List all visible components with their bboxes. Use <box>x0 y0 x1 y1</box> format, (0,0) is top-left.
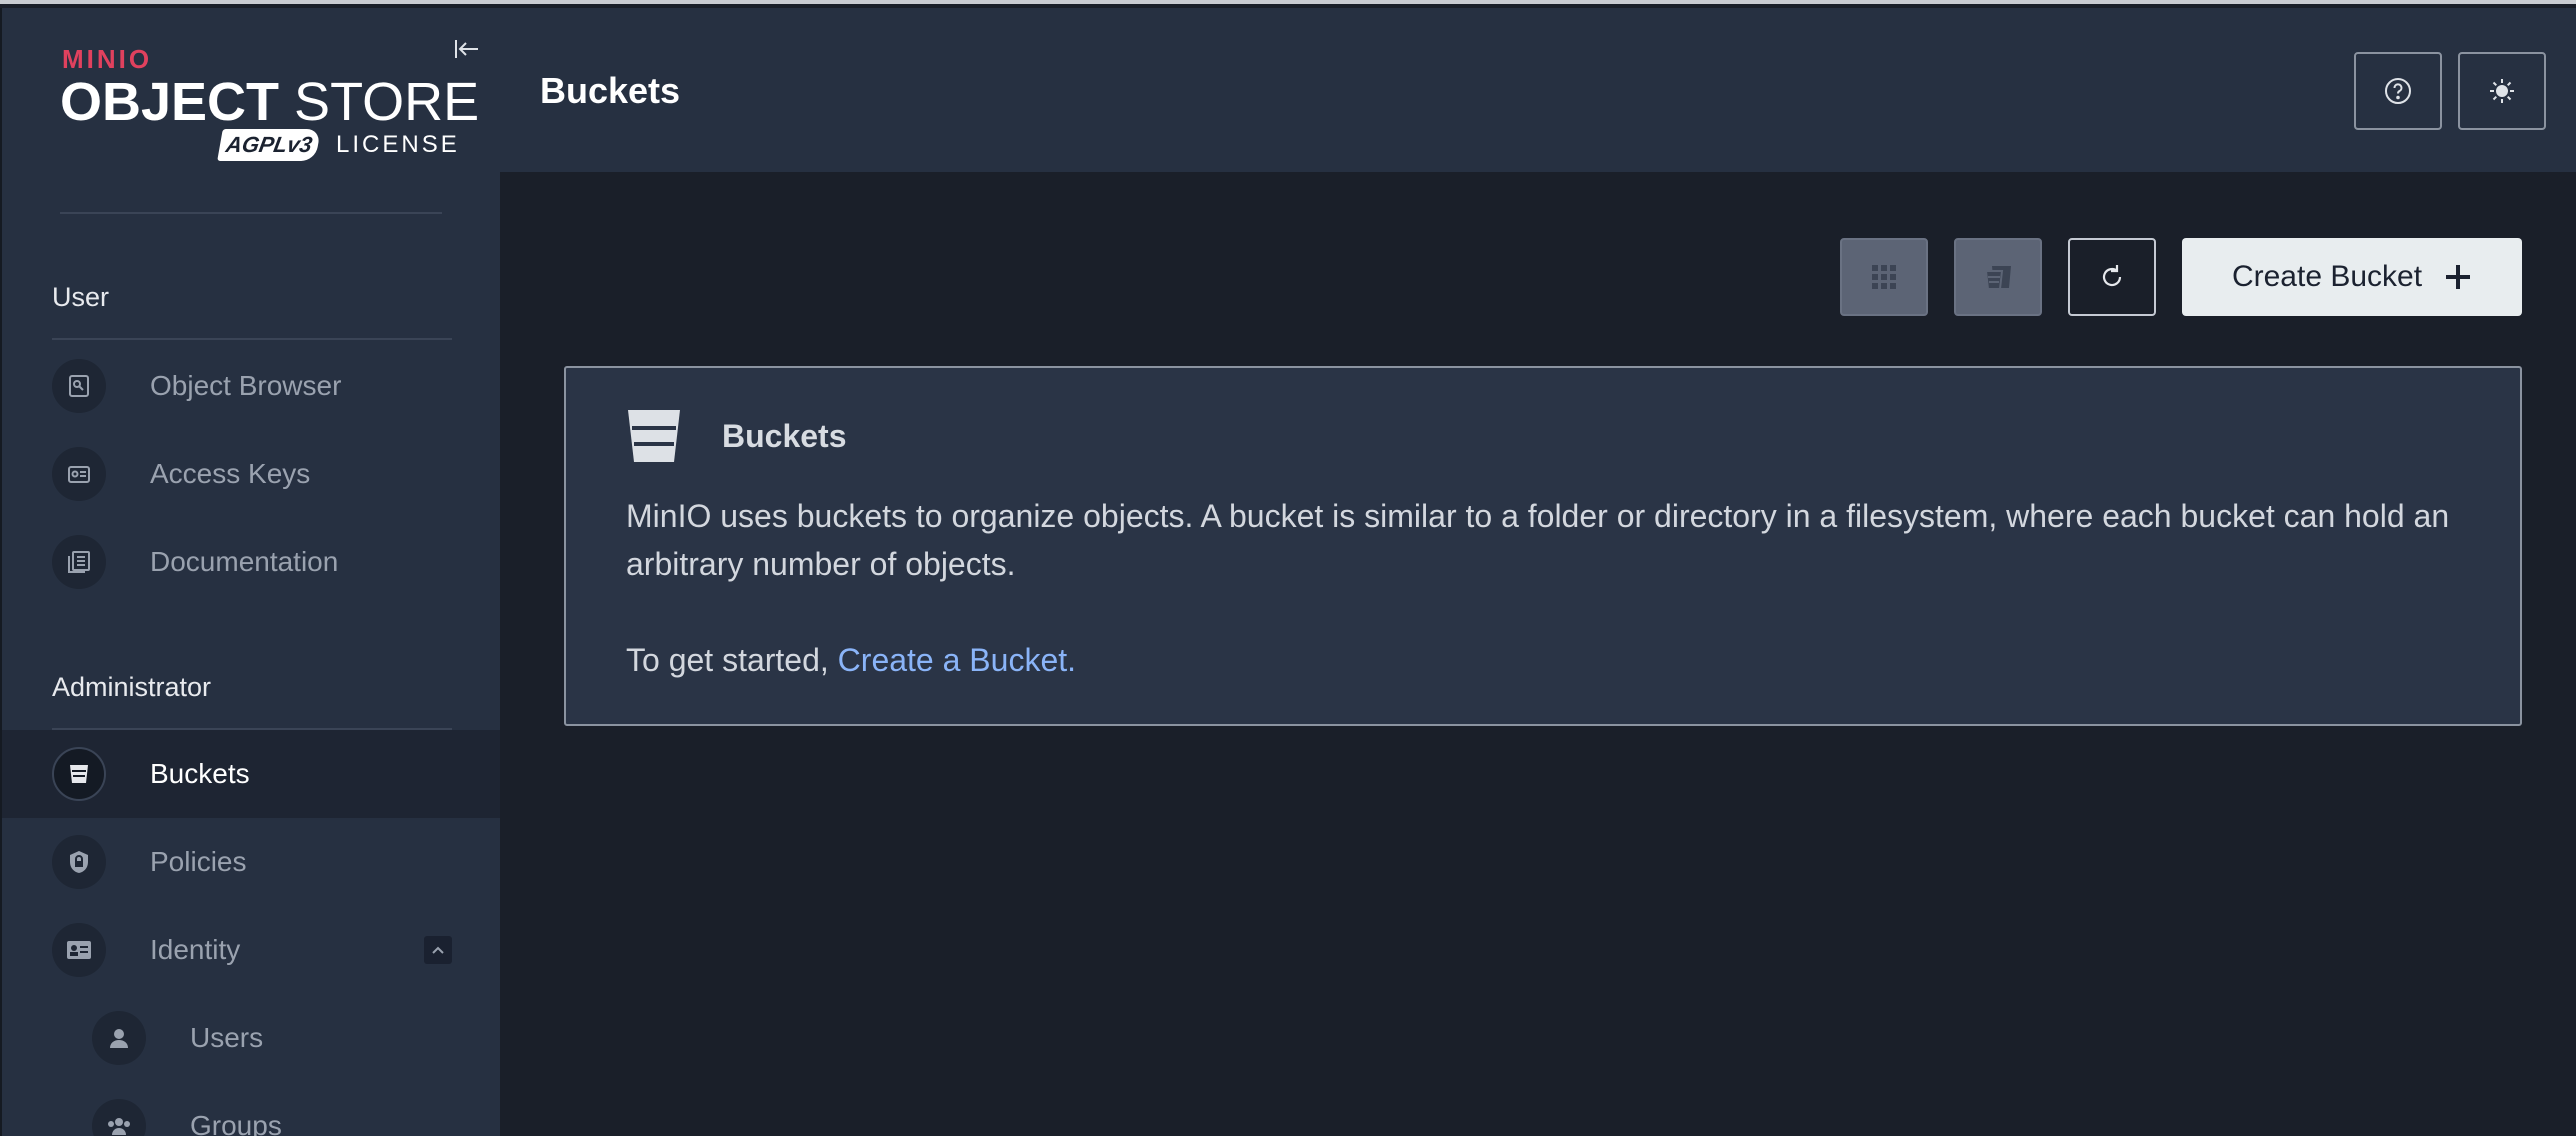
sidebar-item-object-browser[interactable]: Object Browser <box>2 342 500 430</box>
sun-icon <box>2490 79 2514 103</box>
create-bucket-link[interactable]: Create a Bucket. <box>838 642 1076 678</box>
agpl-badge: AGPLv3 <box>217 129 321 161</box>
sidebar-item-groups[interactable]: Groups <box>2 1082 500 1136</box>
documentation-icon <box>52 535 106 589</box>
section-title-administrator: Administrator <box>52 672 212 702</box>
user-icon <box>92 1011 146 1065</box>
card-description: MinIO uses buckets to organize objects. … <box>626 498 2450 582</box>
sidebar-item-label: Object Browser <box>150 370 342 401</box>
sidebar-divider <box>60 212 442 214</box>
sidebar-item-label: Identity <box>150 934 241 965</box>
sidebar-item-label: Documentation <box>150 546 339 577</box>
grid-view-icon <box>1872 265 1896 289</box>
bucket-icon <box>52 747 106 801</box>
logo-product-light: STORE <box>279 72 480 132</box>
page-header: Buckets <box>500 8 2576 172</box>
sidebar-item-documentation[interactable]: Documentation <box>2 518 500 606</box>
policy-shield-icon <box>52 835 106 889</box>
section-divider <box>52 338 452 340</box>
logo-brand: MINIO <box>62 44 153 74</box>
chevron-up-icon <box>432 946 444 954</box>
bucket-icon <box>626 406 682 471</box>
plus-icon <box>2444 263 2472 291</box>
grid-view-button[interactable] <box>1840 238 1928 316</box>
sidebar-item-buckets[interactable]: Buckets <box>2 730 500 818</box>
buckets-info-card: Buckets MinIO uses buckets to organize o… <box>564 366 2522 726</box>
access-keys-icon <box>52 447 106 501</box>
collapse-left-icon <box>455 40 478 58</box>
create-bucket-button[interactable]: Create Bucket <box>2182 238 2522 316</box>
logo-product: OBJECT STORE <box>60 72 479 132</box>
sidebar-item-policies[interactable]: Policies <box>2 818 500 906</box>
groups-icon <box>92 1099 146 1136</box>
sidebar-item-label: Users <box>190 1022 264 1053</box>
object-browser-icon <box>52 359 106 413</box>
section-title-user: User <box>52 282 110 312</box>
refresh-button[interactable] <box>2068 238 2156 316</box>
list-view-icon <box>1984 266 2011 290</box>
card-title: Buckets <box>722 418 847 454</box>
sidebar-item-label: Policies <box>150 846 247 877</box>
sidebar: MINIO OBJECT STORE AGPLv3 LICENSE User O… <box>0 8 500 1136</box>
sidebar-item-access-keys[interactable]: Access Keys <box>2 430 500 518</box>
app-window: MINIO OBJECT STORE AGPLv3 LICENSE User O… <box>0 0 2576 1136</box>
identity-collapse-toggle[interactable] <box>424 936 452 964</box>
sidebar-item-identity[interactable]: Identity <box>2 906 500 994</box>
logo-license: LICENSE <box>336 131 460 158</box>
theme-toggle-button[interactable] <box>2458 52 2546 130</box>
sidebar-item-label: Access Keys <box>150 458 311 489</box>
card-cta-prefix: To get started, <box>626 642 838 678</box>
sidebar-item-label: Buckets <box>150 758 250 789</box>
create-bucket-label: Create Bucket <box>2231 260 2423 293</box>
logo-product-bold: OBJECT <box>60 72 280 132</box>
collapse-sidebar-button[interactable] <box>450 32 484 66</box>
refresh-icon <box>2102 265 2122 287</box>
help-button[interactable] <box>2354 52 2442 130</box>
page-title: Buckets <box>540 70 681 111</box>
logo: MINIO OBJECT STORE AGPLv3 LICENSE <box>60 44 479 166</box>
identity-card-icon <box>52 923 106 977</box>
help-circle-icon <box>2385 78 2411 104</box>
card-cta: To get started, Create a Bucket. <box>626 642 1076 679</box>
list-view-button[interactable] <box>1954 238 2042 316</box>
sidebar-item-label: Groups <box>190 1110 282 1136</box>
sidebar-item-users[interactable]: Users <box>2 994 500 1082</box>
logo-license-row: AGPLv3 LICENSE <box>217 128 460 162</box>
